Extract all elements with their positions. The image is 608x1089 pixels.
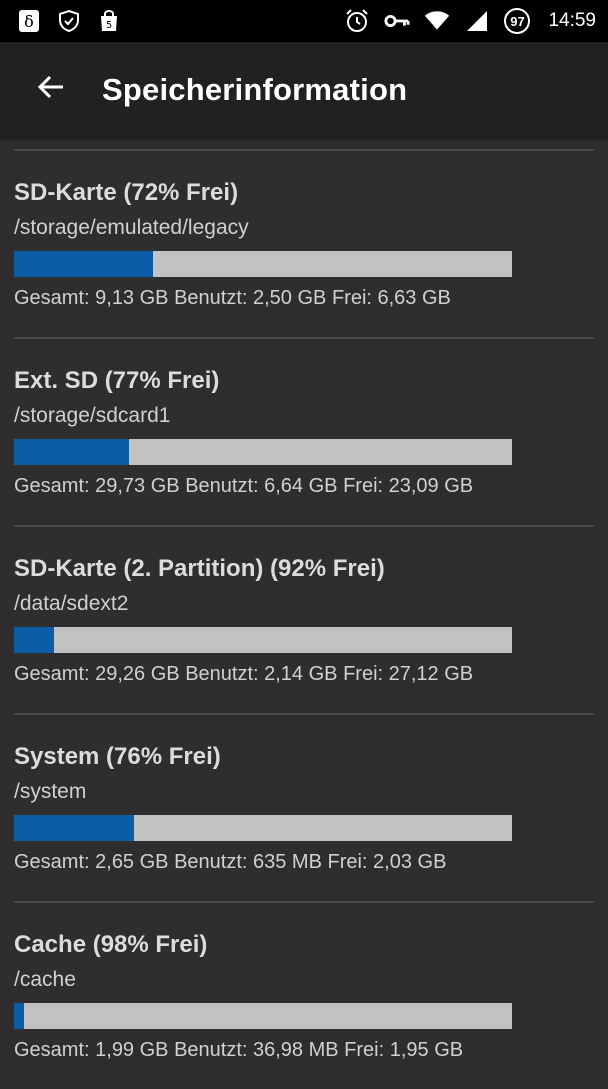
storage-title: Cache (98% Frei) [14,931,208,958]
storage-list: SD-Karte (72% Frei) /storage/emulated/le… [0,137,608,1089]
usage-bar [14,627,512,653]
storage-title: SD-Karte (2. Partition) (92% Frei) [14,555,385,582]
status-bar-right: 97 14:59 [344,8,596,34]
storage-item-sd-card[interactable]: SD-Karte (72% Frei) /storage/emulated/le… [14,149,594,337]
usage-bar-fill [14,439,129,465]
storage-stats: Gesamt: 29,73 GB Benutzt: 6,64 GB Frei: … [14,475,474,497]
storage-stats: Gesamt: 29,26 GB Benutzt: 2,14 GB Frei: … [14,663,474,685]
usage-bar-fill [14,627,54,653]
storage-stats: Gesamt: 1,99 GB Benutzt: 36,98 MB Frei: … [14,1039,464,1061]
arrow-back-icon [36,72,66,107]
storage-path: /cache [14,968,76,991]
storage-item-system[interactable]: System (76% Frei) /system Gesamt: 2,65 G… [14,713,594,901]
status-clock: 14:59 [548,10,596,31]
storage-stats: Gesamt: 2,65 GB Benutzt: 635 MB Frei: 2,… [14,851,447,873]
usage-bar-fill [14,1003,24,1029]
delta-icon: δ [16,8,42,34]
storage-title: System (76% Frei) [14,743,221,770]
shopping-bag-icon: 5 [96,8,122,34]
key-icon [384,8,410,34]
app-bar: Speicherinformation [0,42,608,137]
usage-bar [14,251,512,277]
usage-bar-fill [14,815,134,841]
storage-path: /system [14,780,87,803]
storage-path: /storage/sdcard1 [14,404,171,427]
signal-icon [464,8,490,34]
usage-bar-fill [14,251,154,277]
usage-bar [14,815,512,841]
alarm-icon [344,8,370,34]
storage-item-ext-sd[interactable]: Ext. SD (77% Frei) /storage/sdcard1 Gesa… [14,337,594,525]
status-bar-left: δ 5 [16,8,122,34]
back-button[interactable] [16,60,86,120]
storage-path: /storage/emulated/legacy [14,216,249,239]
storage-title: SD-Karte (72% Frei) [14,179,239,206]
storage-path: /data/sdext2 [14,592,129,615]
wifi-icon [424,8,450,34]
battery-indicator: 97 [504,8,531,34]
storage-stats: Gesamt: 9,13 GB Benutzt: 2,50 GB Frei: 6… [14,287,451,309]
shield-check-icon [56,8,82,34]
page-title: Speicherinformation [102,71,408,107]
storage-item-sd-partition-2[interactable]: SD-Karte (2. Partition) (92% Frei) /data… [14,525,594,713]
usage-bar [14,439,512,465]
svg-text:δ: δ [24,12,34,31]
svg-text:5: 5 [106,20,112,31]
status-bar: δ 5 97 14:59 [0,0,608,42]
storage-item-cache[interactable]: Cache (98% Frei) /cache Gesamt: 1,99 GB … [14,901,594,1089]
usage-bar [14,1003,512,1029]
storage-title: Ext. SD (77% Frei) [14,367,220,394]
